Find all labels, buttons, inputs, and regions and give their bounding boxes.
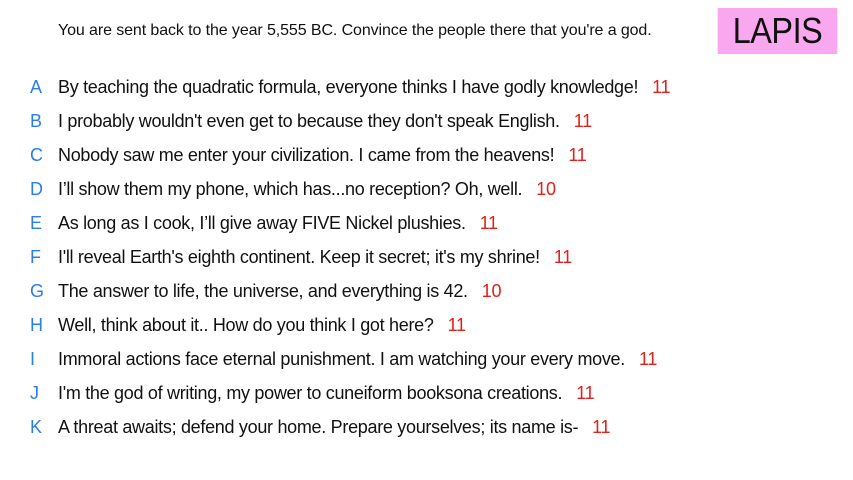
player-name-tag: LAPIS	[717, 8, 838, 54]
answer-text: I probably wouldn't even get to because …	[58, 111, 592, 132]
answer-letter: C	[30, 144, 43, 165]
answer-text: I'm the god of writing, my power to cune…	[58, 382, 595, 404]
answer-text: Nobody saw me enter your civilization. I…	[58, 144, 587, 166]
answer-score: 11	[479, 212, 498, 233]
answer-list: A By teaching the quadratic formula, ever…	[0, 70, 853, 444]
answer-row: K A threat awaits; defend your home. Prep…	[0, 410, 853, 444]
answer-body: By teaching the quadratic formula, every…	[58, 76, 639, 97]
answer-body: A threat awaits; defend your home. Prepa…	[58, 416, 579, 437]
answer-letter: B	[30, 110, 43, 131]
answer-letter: F	[30, 246, 41, 267]
answer-letter: G	[30, 280, 45, 301]
answer-text: A threat awaits; defend your home. Prepa…	[58, 416, 611, 438]
answer-text: Well, think about it.. How do you think …	[58, 315, 466, 336]
answer-body: I probably wouldn't even get to because …	[58, 110, 560, 131]
answer-text: By teaching the quadratic formula, every…	[58, 76, 671, 98]
answer-body: I'll reveal Earth's eighth continent. Ke…	[58, 246, 540, 267]
answer-score: 11	[638, 348, 658, 369]
answer-text: Immoral actions face eternal punishment.…	[58, 349, 657, 370]
answer-score: 10	[481, 280, 502, 301]
answer-row: F I'll reveal Earth's eighth continent. K…	[0, 240, 853, 274]
answer-text: I’ll show them my phone, which has...no …	[58, 179, 556, 200]
answer-letter: H	[30, 314, 43, 335]
answer-score: 11	[576, 382, 595, 403]
answer-letter: D	[30, 178, 43, 199]
answer-row: C Nobody saw me enter your civilization. …	[0, 138, 853, 172]
answer-letter: E	[30, 212, 43, 233]
answer-score: 11	[553, 246, 572, 267]
answer-row: A By teaching the quadratic formula, ever…	[0, 70, 853, 104]
answer-score: 11	[573, 110, 592, 131]
answer-letter: I	[30, 348, 36, 369]
answer-text: As long as I cook, I’ll give away FIVE N…	[58, 213, 498, 234]
answer-body: I’ll show them my phone, which has...no …	[58, 178, 523, 199]
answer-body: Nobody saw me enter your civilization. I…	[58, 144, 555, 165]
answer-score: 10	[536, 178, 556, 199]
answer-row: H Well, think about it.. How do you think…	[0, 308, 853, 342]
answer-score: 11	[652, 76, 671, 97]
answer-body: Immoral actions face eternal punishment.…	[58, 348, 625, 369]
answer-score: 11	[592, 416, 611, 437]
answer-score: 11	[568, 144, 587, 165]
answer-text: I'll reveal Earth's eighth continent. Ke…	[58, 247, 572, 268]
answer-row: J I'm the god of writing, my power to cun…	[0, 376, 853, 410]
answer-letter: J	[30, 382, 39, 403]
answer-row: E As long as I cook, I’ll give away FIVE …	[0, 206, 853, 240]
answer-score: 11	[447, 314, 466, 335]
answer-letter: K	[30, 416, 43, 437]
prompt-text: You are sent back to the year 5,555 BC. …	[58, 22, 652, 39]
answer-row: B I probably wouldn't even get to because…	[0, 104, 853, 138]
answer-body: The answer to life, the universe, and ev…	[58, 280, 468, 301]
answer-row: G The answer to life, the universe, and e…	[0, 274, 853, 308]
answer-row: I Immoral actions face eternal punishment…	[0, 342, 853, 376]
answer-body: I'm the god of writing, my power to cune…	[58, 382, 563, 403]
answer-body: Well, think about it.. How do you think …	[58, 314, 434, 335]
answer-row: D I’ll show them my phone, which has...no…	[0, 172, 853, 206]
answer-body: As long as I cook, I’ll give away FIVE N…	[58, 212, 466, 233]
answer-text: The answer to life, the universe, and ev…	[58, 281, 501, 302]
answer-letter: A	[30, 76, 43, 97]
